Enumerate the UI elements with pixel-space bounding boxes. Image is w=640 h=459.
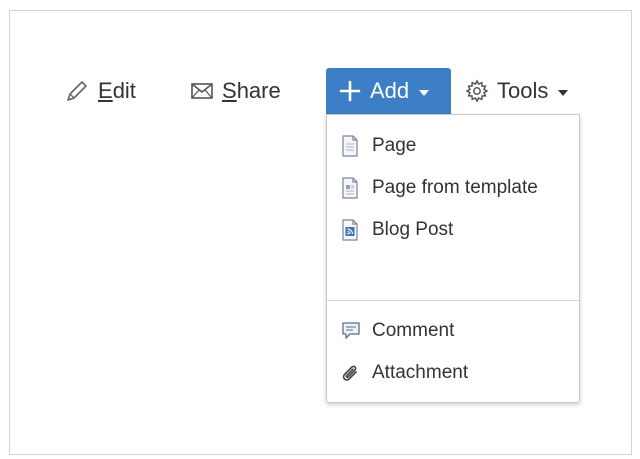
chevron-down-icon [558,89,569,96]
gear-icon [465,79,489,103]
menu-item-comment[interactable]: Comment [341,313,571,349]
menu-item-label: Comment [372,320,455,341]
share-label: Share [222,78,281,103]
menu-item-blog-post[interactable]: Blog Post [341,212,571,248]
paperclip-icon [341,363,363,383]
add-button[interactable]: Add [326,68,451,114]
share-button[interactable]: Share [190,68,281,114]
menu-item-label: Attachment [372,362,469,383]
menu-item-attachment[interactable]: Attachment [341,355,571,391]
comment-icon [341,321,363,341]
menu-item-label: Blog Post [372,219,454,240]
add-label: Add [370,78,410,103]
tools-button[interactable]: Tools [465,68,569,114]
menu-item-label: Page from template [372,177,538,198]
template-icon [341,177,363,199]
menu-item-page-from-template[interactable]: Page from template [341,170,571,206]
page-toolbar: Edit Share Add Tools [0,0,640,130]
tools-label: Tools [497,78,549,103]
edit-label: Edit [98,78,136,103]
plus-icon [338,79,362,103]
chevron-down-icon [419,89,430,96]
menu-item-label: Page [372,135,417,156]
edit-button[interactable]: Edit [64,68,136,114]
envelope-icon [190,81,214,101]
pencil-icon [64,78,90,104]
page-icon [341,135,363,157]
menu-item-page[interactable]: Page [341,128,571,164]
add-dropdown-menu: Page Page from template Blog Post Commen… [326,114,580,403]
blog-post-icon [341,219,363,241]
menu-divider [327,300,579,301]
